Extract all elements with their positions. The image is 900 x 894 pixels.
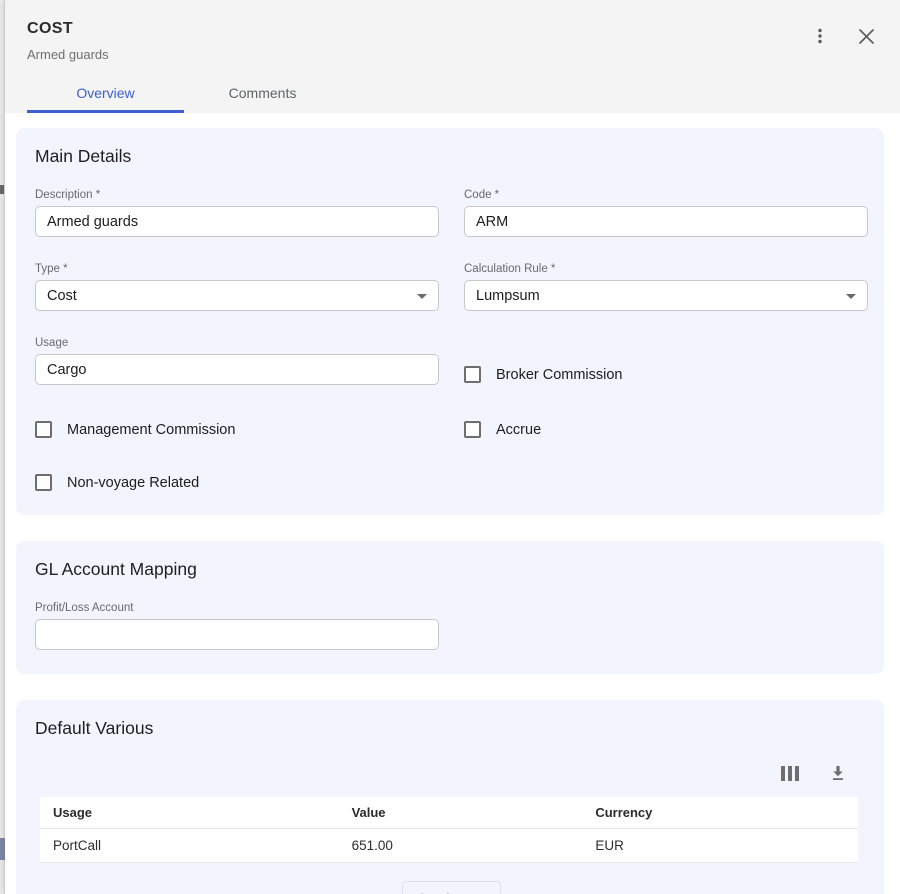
calculation-rule-select-value: Lumpsum: [476, 288, 540, 304]
type-select-value: Cost: [47, 288, 77, 304]
accrue-checkbox[interactable]: [464, 421, 481, 438]
management-commission-label: Management Commission: [67, 422, 235, 438]
code-input[interactable]: [464, 206, 868, 237]
chevron-down-icon: [417, 294, 427, 299]
accrue-row: Accrue: [464, 411, 868, 438]
section-default-various: Default Various Usage Value: [16, 700, 884, 894]
section-title: Main Details: [35, 146, 868, 167]
section-main-details: Main Details Description * Code * Type *…: [16, 128, 884, 515]
chevron-down-icon: [846, 294, 856, 299]
cell-usage: PortCall: [40, 829, 339, 863]
non-voyage-related-label: Non-voyage Related: [67, 475, 199, 491]
section-title: GL Account Mapping: [35, 559, 868, 580]
usage-label: Usage: [35, 337, 439, 349]
broker-commission-label: Broker Commission: [496, 367, 623, 383]
table-toolbar: [35, 761, 850, 785]
profit-loss-account-label: Profit/Loss Account: [35, 602, 439, 614]
dialog-title: COST: [27, 20, 808, 38]
column-header-currency: Currency: [582, 797, 858, 829]
dialog-subtitle: Armed guards: [27, 47, 808, 62]
non-voyage-related-checkbox[interactable]: [35, 474, 52, 491]
section-title: Default Various: [35, 718, 868, 739]
cell-value: 651.00: [339, 829, 583, 863]
calculation-rule-select[interactable]: Lumpsum: [464, 280, 868, 311]
default-various-table: Usage Value Currency PortCall 651.00 EUR: [40, 797, 858, 863]
tab-bar: Overview Comments: [27, 75, 878, 113]
table-row[interactable]: PortCall 651.00 EUR: [40, 829, 858, 863]
usage-field-group: Usage: [35, 337, 439, 385]
download-icon[interactable]: [826, 761, 850, 785]
description-label: Description *: [35, 189, 439, 201]
non-voyage-related-row: Non-voyage Related: [35, 464, 439, 491]
column-chooser-icon[interactable]: [781, 766, 800, 781]
column-header-value: Value: [339, 797, 583, 829]
cost-dialog: COST Armed guards: [5, 0, 900, 894]
background-artifact: [0, 185, 4, 194]
tab-comments[interactable]: Comments: [184, 75, 341, 113]
type-select[interactable]: Cost: [35, 280, 439, 311]
load-more-button[interactable]: Load more: [402, 881, 500, 894]
table-header-row: Usage Value Currency: [40, 797, 858, 829]
broker-commission-row: Broker Commission: [464, 337, 868, 385]
close-icon[interactable]: [854, 24, 878, 48]
tab-overview[interactable]: Overview: [27, 75, 184, 113]
accrue-label: Accrue: [496, 422, 541, 438]
usage-input[interactable]: [35, 354, 439, 385]
cell-currency: EUR: [582, 829, 858, 863]
broker-commission-checkbox[interactable]: [464, 366, 481, 383]
kebab-menu-icon[interactable]: [808, 24, 832, 48]
profit-loss-account-input[interactable]: [35, 619, 439, 650]
section-gl-account-mapping: GL Account Mapping Profit/Loss Account: [16, 541, 884, 674]
column-header-usage: Usage: [40, 797, 339, 829]
calculation-rule-label: Calculation Rule *: [464, 263, 868, 275]
dialog-body: Main Details Description * Code * Type *…: [5, 113, 900, 894]
description-field-group: Description *: [35, 189, 439, 237]
calculation-rule-field-group: Calculation Rule * Lumpsum: [464, 263, 868, 311]
code-field-group: Code *: [464, 189, 868, 237]
management-commission-checkbox[interactable]: [35, 421, 52, 438]
code-label: Code *: [464, 189, 868, 201]
dialog-header: COST Armed guards: [5, 0, 900, 113]
type-field-group: Type * Cost: [35, 263, 439, 311]
profit-loss-account-field-group: Profit/Loss Account: [35, 602, 439, 650]
description-input[interactable]: [35, 206, 439, 237]
type-label: Type *: [35, 263, 439, 275]
management-commission-row: Management Commission: [35, 411, 439, 438]
